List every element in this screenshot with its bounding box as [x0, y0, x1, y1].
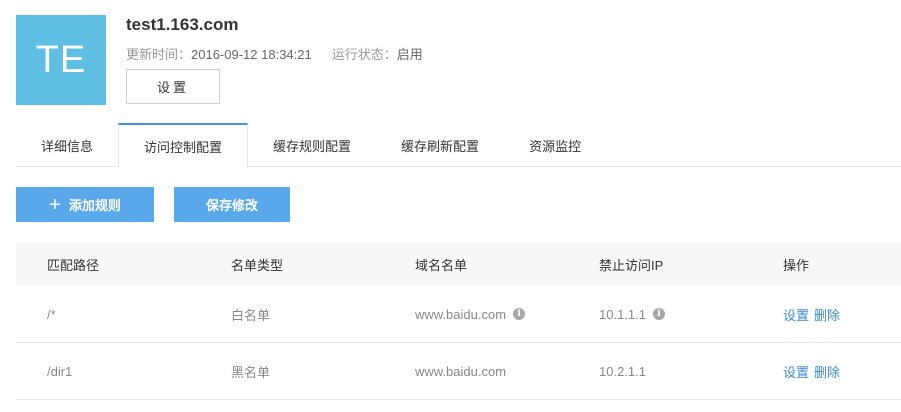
status-info: 运行状态：启用	[332, 44, 423, 63]
plus-icon: +	[49, 193, 61, 216]
cell-list-type: 黑名单	[231, 364, 271, 380]
tab-bar: 详细信息 访问控制配置 缓存规则配置 缓存刷新配置 资源监控	[16, 123, 901, 168]
domains-value: www.baidu.com	[415, 306, 507, 322]
blocked-ip-value: 10.2.1.1	[599, 363, 646, 379]
column-header-actions: 操作	[783, 257, 810, 273]
column-header-path: 匹配路径	[47, 257, 100, 273]
add-rule-label: 添加规则	[68, 198, 121, 213]
updated-label: 更新时间：	[126, 47, 192, 62]
domains-value: www.baidu.com	[415, 363, 507, 379]
status-label: 运行状态：	[331, 47, 397, 62]
row-settings-link[interactable]: 设置	[783, 362, 809, 381]
info-icon[interactable]: i	[513, 308, 526, 320]
tab-details[interactable]: 详细信息	[16, 123, 118, 167]
cell-actions: 设置 删除	[752, 362, 901, 381]
cell-blocked-ip: 10.1.1.1 i	[568, 307, 752, 322]
tab-resource-monitor[interactable]: 资源监控	[504, 123, 606, 167]
rules-table: 匹配路径 名单类型 域名名单 禁止访问IP 操作 /* 白名单 www.baid…	[16, 242, 901, 400]
table-header: 匹配路径 名单类型 域名名单 禁止访问IP 操作	[16, 242, 901, 286]
save-changes-button[interactable]: 保存修改	[174, 187, 290, 222]
cell-actions: 设置 删除	[752, 305, 901, 324]
meta-line: 更新时间：2016-09-12 18:34:21 运行状态：启用	[126, 44, 423, 63]
row-delete-link[interactable]: 删除	[814, 362, 840, 381]
blocked-ip-value: 10.1.1.1	[599, 306, 646, 322]
column-header-list-type: 名单类型	[231, 257, 284, 273]
table-row: /* 白名单 www.baidu.com i 10.1.1.1 i 设置 删除	[16, 286, 901, 343]
domain-title: test1.163.com	[126, 15, 239, 34]
tab-access-control[interactable]: 访问控制配置	[118, 123, 249, 168]
table-row: /dir1 黑名单 www.baidu.com 10.2.1.1 设置 删除	[16, 343, 901, 400]
row-settings-link[interactable]: 设置	[783, 305, 809, 324]
domain-avatar: TE	[16, 15, 106, 105]
cell-list-type: 白名单	[231, 307, 271, 323]
cell-domains: www.baidu.com	[384, 364, 568, 379]
add-rule-button[interactable]: + 添加规则	[16, 187, 154, 222]
settings-button[interactable]: 设置	[126, 69, 220, 104]
tab-cache-rules[interactable]: 缓存规则配置	[248, 123, 376, 167]
tab-cache-refresh[interactable]: 缓存刷新配置	[376, 123, 504, 167]
info-icon[interactable]: i	[653, 308, 665, 320]
column-header-domains: 域名名单	[415, 257, 468, 273]
page: TE test1.163.com 更新时间：2016-09-12 18:34:2…	[0, 0, 901, 412]
status-value: 启用	[396, 47, 423, 62]
column-header-blocked-ip: 禁止访问IP	[599, 257, 664, 273]
cell-path: /dir1	[47, 363, 73, 379]
cell-blocked-ip: 10.2.1.1	[568, 364, 752, 379]
updated-value: 2016-09-12 18:34:21	[191, 47, 312, 62]
cell-domains: www.baidu.com i	[384, 307, 568, 322]
row-delete-link[interactable]: 删除	[814, 305, 840, 324]
cell-path: /*	[47, 306, 56, 322]
updated-info: 更新时间：2016-09-12 18:34:21	[126, 44, 312, 63]
